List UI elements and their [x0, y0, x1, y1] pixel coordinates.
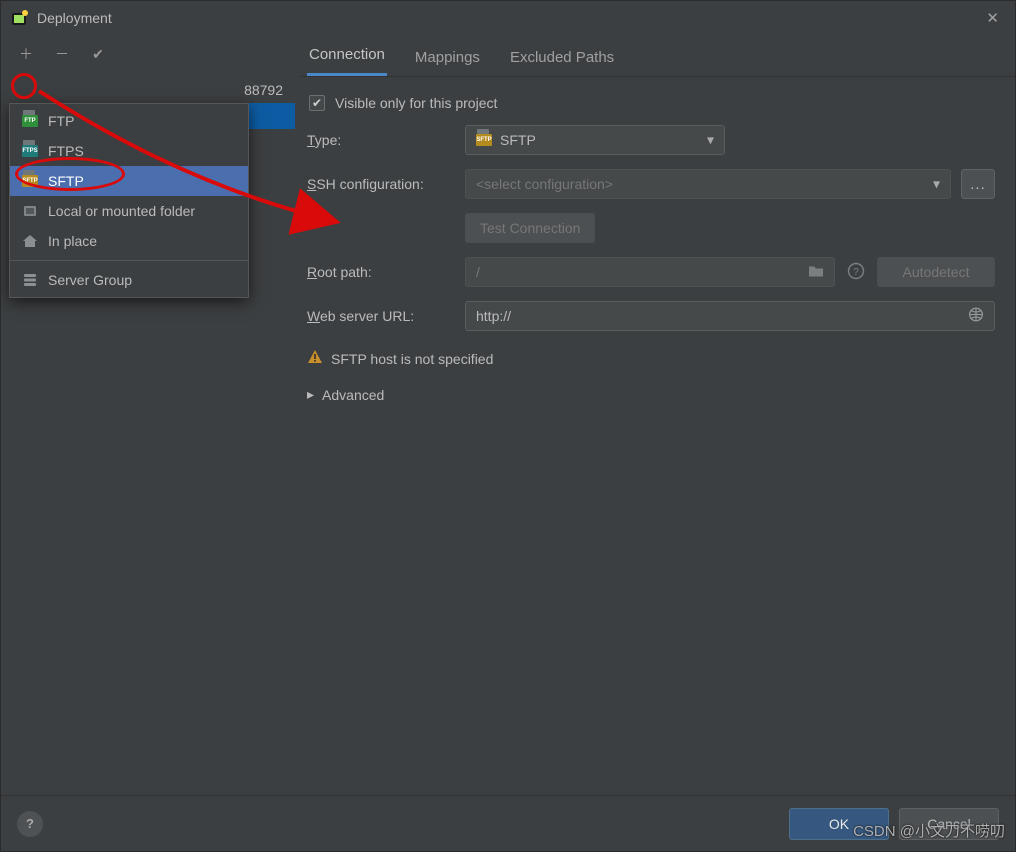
remove-server-button[interactable]: － [53, 45, 71, 63]
visible-only-label: Visible only for this project [335, 95, 497, 111]
popup-item-sftp[interactable]: SFTP SFTP [10, 166, 248, 196]
visible-only-checkbox[interactable]: ✔ [309, 95, 325, 111]
root-path-input[interactable]: / [465, 257, 835, 287]
tab-mappings[interactable]: Mappings [413, 43, 482, 76]
test-connection-row: Test Connection [307, 213, 995, 243]
folder-icon [22, 204, 38, 218]
ssh-config-row: SSH configuration: <select configuration… [307, 169, 995, 199]
visible-only-row: ✔ Visible only for this project [307, 95, 995, 111]
cancel-button[interactable]: Cancel [899, 808, 999, 840]
right-panel: Connection Mappings Excluded Paths ✔ Vis… [301, 35, 1015, 795]
help-button[interactable]: ? [17, 811, 43, 837]
popup-item-label: Local or mounted folder [48, 203, 195, 219]
chevron-down-icon: ▾ [707, 132, 714, 149]
popup-item-label: FTPS [48, 143, 84, 159]
popup-item-label: In place [48, 233, 97, 249]
test-connection-button[interactable]: Test Connection [465, 213, 595, 243]
warning-text: SFTP host is not specified [331, 351, 493, 367]
ftps-icon: FTPS [22, 144, 38, 158]
root-path-row: Root path: / ? Autodetect [307, 257, 995, 287]
chevron-down-icon: ▾ [933, 176, 940, 193]
type-label: Type: [307, 132, 455, 148]
advanced-toggle[interactable]: ▸ Advanced [307, 382, 995, 403]
ftp-icon: FTP [22, 114, 38, 128]
add-server-button[interactable]: ＋ [17, 45, 35, 63]
web-url-label: Web server URL: [307, 308, 455, 324]
root-path-label: Root path: [307, 264, 455, 280]
tabs: Connection Mappings Excluded Paths [301, 41, 1015, 77]
app-icon [11, 9, 29, 27]
ssh-config-label: SSH configuration: [307, 176, 455, 192]
server-item[interactable]: 88792 [13, 77, 295, 103]
popup-item-ftp[interactable]: FTP FTP [10, 106, 248, 136]
ssh-config-browse-button[interactable]: ... [961, 169, 995, 199]
titlebar: Deployment ✕ [1, 1, 1015, 35]
popup-item-ftps[interactable]: FTPS FTPS [10, 136, 248, 166]
dialog-footer: ? OK Cancel [1, 795, 1015, 851]
root-path-value: / [476, 264, 480, 280]
type-value: SFTP [500, 132, 536, 148]
warning-row: SFTP host is not specified [307, 345, 995, 368]
web-url-row: Web server URL: http:// [307, 301, 995, 331]
web-url-input[interactable]: http:// [465, 301, 995, 331]
server-group-icon [22, 273, 38, 287]
advanced-label: Advanced [322, 387, 384, 403]
ssh-config-select[interactable]: <select configuration> ▾ [465, 169, 951, 199]
add-server-type-popup: FTP FTP FTPS FTPS SFTP SFTP Local or mou… [9, 103, 249, 298]
popup-item-in-place[interactable]: In place [10, 226, 248, 256]
svg-text:?: ? [853, 267, 859, 278]
autodetect-button[interactable]: Autodetect [877, 257, 995, 287]
web-url-value: http:// [476, 308, 511, 324]
popup-item-server-group[interactable]: Server Group [10, 265, 248, 295]
type-select[interactable]: SFTP SFTP ▾ [465, 125, 725, 155]
root-path-help-icon[interactable]: ? [845, 262, 867, 283]
tab-connection[interactable]: Connection [307, 40, 387, 76]
dialog-title: Deployment [37, 10, 980, 26]
close-button[interactable]: ✕ [980, 5, 1005, 31]
type-row: Type: SFTP SFTP ▾ [307, 125, 995, 155]
left-toolbar: ＋ － ✔ [13, 41, 301, 71]
ok-button[interactable]: OK [789, 808, 889, 840]
home-icon [22, 234, 38, 248]
tab-excluded-paths[interactable]: Excluded Paths [508, 43, 616, 76]
popup-item-label: SFTP [48, 173, 84, 189]
ssh-config-placeholder: <select configuration> [476, 176, 613, 192]
popup-item-label: FTP [48, 113, 74, 129]
popup-separator [10, 260, 248, 261]
sftp-icon: SFTP [22, 174, 38, 188]
server-name-tail: 88792 [244, 82, 283, 98]
chevron-right-icon: ▸ [307, 386, 314, 403]
globe-icon[interactable] [968, 307, 984, 326]
connection-form: ✔ Visible only for this project Type: SF… [301, 77, 1015, 403]
popup-item-label: Server Group [48, 272, 132, 288]
sftp-icon: SFTP [476, 134, 492, 146]
set-default-button[interactable]: ✔ [89, 45, 107, 63]
popup-item-local-folder[interactable]: Local or mounted folder [10, 196, 248, 226]
folder-icon[interactable] [808, 264, 824, 281]
warning-icon [307, 349, 323, 368]
